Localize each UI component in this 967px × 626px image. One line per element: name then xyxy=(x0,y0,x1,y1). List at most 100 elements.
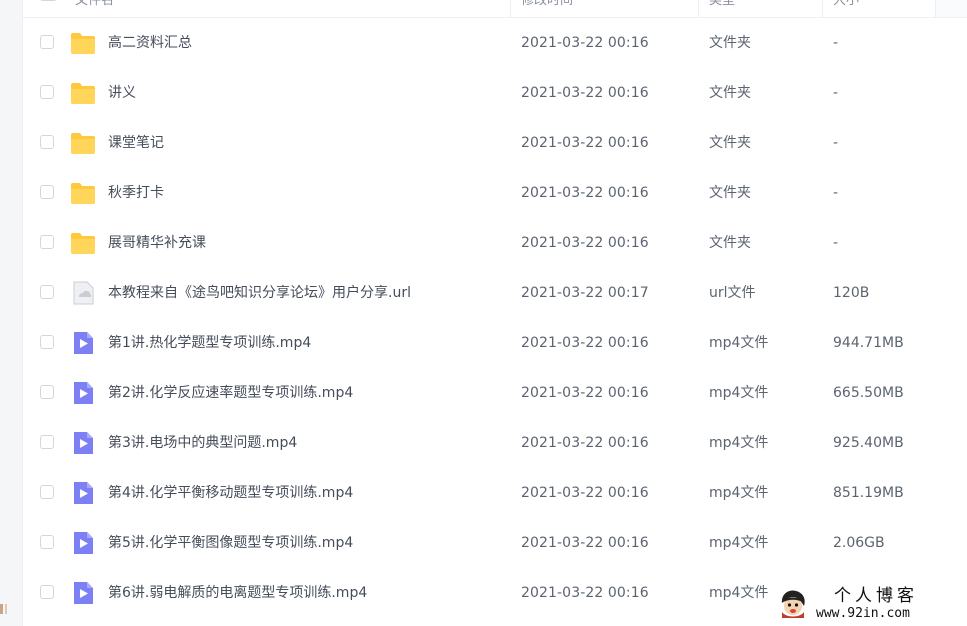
video-file-icon xyxy=(70,381,96,405)
file-type: 文件夹 xyxy=(709,235,751,251)
file-type: mp4文件 xyxy=(709,485,769,501)
file-modified-time: 2021-03-22 00:16 xyxy=(521,435,649,451)
file-modified-time: 2021-03-22 00:16 xyxy=(521,535,649,551)
file-size: - xyxy=(833,135,839,151)
row-checkbox[interactable] xyxy=(40,335,54,349)
file-size: 944.71MB xyxy=(833,335,904,351)
file-list: 高二资料汇总 2021-03-22 00:16 文件夹 - 讲义 2021-03-22 0… xyxy=(23,18,967,618)
file-row[interactable]: 课堂笔记 2021-03-22 00:16 文件夹 - xyxy=(23,118,967,168)
row-checkbox[interactable] xyxy=(40,535,54,549)
file-row[interactable]: 展哥精华补充课 2021-03-22 00:16 文件夹 - xyxy=(23,218,967,268)
select-all-checkbox[interactable] xyxy=(40,0,57,1)
file-name[interactable]: 高二资料汇总 xyxy=(108,33,192,53)
video-file-icon xyxy=(70,331,96,355)
file-size: - xyxy=(833,185,839,201)
file-modified-time: 2021-03-22 00:16 xyxy=(521,335,649,351)
column-divider[interactable] xyxy=(698,0,699,17)
folder-icon xyxy=(70,131,96,155)
file-type: mp4文件 xyxy=(709,435,769,451)
file-type: mp4文件 xyxy=(709,585,769,601)
video-file-icon xyxy=(70,431,96,455)
video-file-icon xyxy=(70,531,96,555)
file-list-page: 文件名 ↑ 修改时间 类型 大小 高二资料汇总 2021-03-22 00:16 文… xyxy=(0,0,967,626)
file-type: mp4文件 xyxy=(709,535,769,551)
folder-icon xyxy=(70,231,96,255)
row-checkbox[interactable] xyxy=(40,585,54,599)
file-size: 2.06GB xyxy=(833,535,885,551)
watermark-url: www.92in.com xyxy=(816,606,910,621)
file-name[interactable]: 第5讲.化学平衡图像题型专项训练.mp4 xyxy=(108,533,353,553)
file-modified-time: 2021-03-22 00:16 xyxy=(521,185,649,201)
file-size: - xyxy=(833,235,839,251)
folder-icon xyxy=(70,181,96,205)
file-size: - xyxy=(833,35,839,51)
file-modified-time: 2021-03-22 00:16 xyxy=(521,385,649,401)
video-file-icon xyxy=(70,481,96,505)
column-header-type[interactable]: 类型 xyxy=(709,0,789,17)
file-name[interactable]: 第6讲.弱电解质的电离题型专项训练.mp4 xyxy=(108,583,367,603)
file-name[interactable]: 第1讲.热化学题型专项训练.mp4 xyxy=(108,333,311,353)
column-divider[interactable] xyxy=(510,0,511,17)
file-row[interactable]: 第4讲.化学平衡移动题型专项训练.mp4 2021-03-22 00:16 mp4文… xyxy=(23,468,967,518)
file-row[interactable]: 第1讲.热化学题型专项训练.mp4 2021-03-22 00:16 mp4文件 94… xyxy=(23,318,967,368)
file-row[interactable]: 秋季打卡 2021-03-22 00:16 文件夹 - xyxy=(23,168,967,218)
file-row[interactable]: 第2讲.化学反应速率题型专项训练.mp4 2021-03-22 00:16 mp4文… xyxy=(23,368,967,418)
row-checkbox[interactable] xyxy=(40,485,54,499)
row-checkbox[interactable] xyxy=(40,35,54,49)
file-size: - xyxy=(833,85,839,101)
cartoon-face-icon xyxy=(781,590,805,618)
file-type: 文件夹 xyxy=(709,185,751,201)
file-modified-time: 2021-03-22 00:17 xyxy=(521,285,649,301)
file-name[interactable]: 第3讲.电场中的典型问题.mp4 xyxy=(108,433,297,453)
file-modified-time: 2021-03-22 00:16 xyxy=(521,235,649,251)
file-modified-time: 2021-03-22 00:16 xyxy=(521,135,649,151)
row-checkbox[interactable] xyxy=(40,435,54,449)
file-type: 文件夹 xyxy=(709,35,751,51)
file-type: mp4文件 xyxy=(709,335,769,351)
file-name[interactable]: 课堂笔记 xyxy=(108,133,164,153)
row-checkbox[interactable] xyxy=(40,235,54,249)
column-settings-cell[interactable] xyxy=(935,0,967,17)
row-checkbox[interactable] xyxy=(40,135,54,149)
column-header-size[interactable]: 大小 xyxy=(833,0,913,17)
row-checkbox[interactable] xyxy=(40,285,54,299)
sort-arrow-icon[interactable]: ↑ xyxy=(493,0,503,2)
file-row[interactable]: 高二资料汇总 2021-03-22 00:16 文件夹 - xyxy=(23,18,967,68)
file-size: 925.40MB xyxy=(833,435,904,451)
file-size: 665.50MB xyxy=(833,385,904,401)
url-file-icon xyxy=(70,281,96,305)
file-modified-time: 2021-03-22 00:16 xyxy=(521,85,649,101)
watermark-logo: 个人博客 www.92in.com xyxy=(774,584,967,626)
file-type: url文件 xyxy=(709,285,756,301)
file-name[interactable]: 第4讲.化学平衡移动题型专项训练.mp4 xyxy=(108,483,353,503)
file-row[interactable]: 第5讲.化学平衡图像题型专项训练.mp4 2021-03-22 00:16 mp4文… xyxy=(23,518,967,568)
folder-icon xyxy=(70,31,96,55)
video-file-icon xyxy=(70,581,96,605)
column-divider[interactable] xyxy=(822,0,823,17)
file-type: 文件夹 xyxy=(709,85,751,101)
file-size: 851.19MB xyxy=(833,485,904,501)
column-header-time[interactable]: 修改时间 xyxy=(521,0,671,17)
column-header-name[interactable]: 文件名 xyxy=(75,0,175,17)
file-list-header: 文件名 ↑ 修改时间 类型 大小 xyxy=(23,0,967,18)
file-modified-time: 2021-03-22 00:16 xyxy=(521,35,649,51)
row-checkbox[interactable] xyxy=(40,85,54,99)
watermark-title: 个人博客 xyxy=(834,586,918,606)
file-name[interactable]: 第2讲.化学反应速率题型专项训练.mp4 xyxy=(108,383,353,403)
sidebar-edge-mark xyxy=(0,604,10,614)
row-checkbox[interactable] xyxy=(40,385,54,399)
row-checkbox[interactable] xyxy=(40,185,54,199)
file-name[interactable]: 展哥精华补充课 xyxy=(108,233,206,253)
file-name[interactable]: 讲义 xyxy=(108,83,136,103)
file-name[interactable]: 秋季打卡 xyxy=(108,183,164,203)
file-type: 文件夹 xyxy=(709,135,751,151)
file-modified-time: 2021-03-22 00:16 xyxy=(521,585,649,601)
file-name[interactable]: 本教程来自《途鸟吧知识分享论坛》用户分享.url xyxy=(108,283,411,303)
file-modified-time: 2021-03-22 00:16 xyxy=(521,485,649,501)
file-row[interactable]: 第3讲.电场中的典型问题.mp4 2021-03-22 00:16 mp4文件 925… xyxy=(23,418,967,468)
file-row[interactable]: 本教程来自《途鸟吧知识分享论坛》用户分享.url 2021-03-22 00:17… xyxy=(23,268,967,318)
file-row[interactable]: 讲义 2021-03-22 00:16 文件夹 - xyxy=(23,68,967,118)
file-type: mp4文件 xyxy=(709,385,769,401)
left-sidebar-edge xyxy=(0,0,23,626)
folder-icon xyxy=(70,81,96,105)
